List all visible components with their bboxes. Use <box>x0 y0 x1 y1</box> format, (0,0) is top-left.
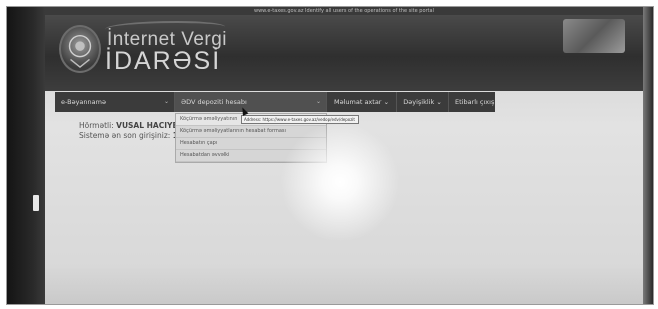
nav-e-beyanname-label: e-Bəyannamə <box>61 98 106 106</box>
tax-authority-emblem-icon <box>59 25 101 73</box>
chevron-down-icon: ⌄ <box>383 98 390 106</box>
monitor-bezel-right <box>643 7 653 304</box>
nav-logout[interactable]: Etibarlı çıxış <box>449 92 495 112</box>
link-address-tooltip: Address: https://www.e-taxes.gov.az/vedo… <box>241 115 359 124</box>
screen-shade <box>45 264 643 304</box>
dropdown-item[interactable]: Hesabatdan əvvəlki <box>176 150 326 162</box>
banner-photo <box>563 19 625 53</box>
nav-edv-depoziti[interactable]: ƏDV depoziti hesabı ⌄ <box>175 92 327 112</box>
bezel-indicator <box>33 195 39 211</box>
nav-melumat-axtar[interactable]: Məlumat axtar ⌄ <box>327 92 397 112</box>
chevron-down-icon: ⌄ <box>163 98 169 105</box>
last-login-info: Sistemə ən son girişiniz: 13 <box>79 131 175 140</box>
nav-deyisiklik-label: Dəyişiklik <box>403 98 435 106</box>
user-name: VUSAL HACIYEV <box>116 121 175 130</box>
last-login-value: 13 <box>173 131 175 140</box>
monitor-screen: www.e-taxes.gov.az Identify all users of… <box>45 7 643 304</box>
nav-edv-depoziti-label: ƏDV depoziti hesabı <box>181 98 247 106</box>
dropdown-item[interactable]: Hesabatın çapı <box>176 138 326 150</box>
browser-top-strip: www.e-taxes.gov.az Identify all users of… <box>45 7 643 15</box>
dropdown-item[interactable]: Köçürmə əməliyyatlarının hesabat forması <box>176 126 326 138</box>
nav-e-beyanname[interactable]: e-Bəyannamə ⌄ <box>55 92 175 112</box>
site-header-banner: İnternet Vergi İDARƏSİ <box>45 15 643 91</box>
last-login-label: Sistemə ən son girişiniz: <box>79 131 171 140</box>
nav-deyisiklik[interactable]: Dəyişiklik ⌄ <box>397 92 449 112</box>
photo-frame: www.e-taxes.gov.az Identify all users of… <box>6 6 654 305</box>
nav-logout-label: Etibarlı çıxış <box>455 98 495 106</box>
chevron-down-icon: ⌄ <box>436 98 442 106</box>
monitor-bezel-left <box>7 7 45 304</box>
emblem-graphic <box>68 34 92 68</box>
main-navbar: e-Bəyannamə ⌄ ƏDV depoziti hesabı ⌄ Məlu… <box>55 92 495 112</box>
nav-melumat-axtar-label: Məlumat axtar <box>333 98 382 106</box>
site-title-line2: İDARƏSİ <box>105 47 222 75</box>
user-greeting: Hörmətli: VUSAL HACIYEV <box>79 121 175 130</box>
greeting-label: Hörmətli: <box>79 121 114 130</box>
chevron-down-icon: ⌄ <box>315 98 321 105</box>
